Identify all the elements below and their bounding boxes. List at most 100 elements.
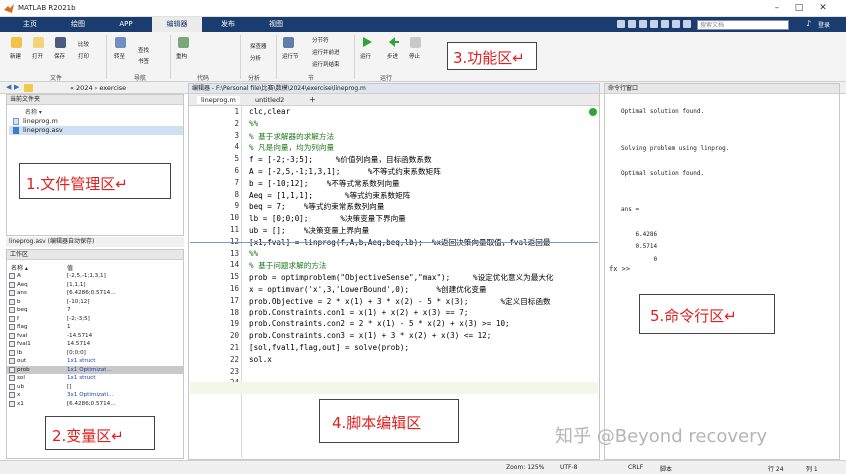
- code-line[interactable]: [sol,fval1,flag,out] = solve(prob);: [249, 343, 409, 352]
- tab-editor[interactable]: 编辑器: [152, 17, 202, 32]
- refactor-icon[interactable]: [178, 37, 189, 48]
- workspace-row[interactable]: A [-2,5,-1;1,3,1]: [7, 272, 183, 280]
- section-break-button[interactable]: 分节符: [312, 36, 329, 44]
- quick-refresh-icon[interactable]: [683, 20, 691, 28]
- code-line[interactable]: % 基于求解器的求解方法: [249, 131, 334, 142]
- column-name-header[interactable]: 名称 ▾: [25, 107, 42, 116]
- code-analyzer-ok-icon[interactable]: [589, 108, 597, 116]
- code-line[interactable]: A = [-2,5,-1;1,3,1]; %不等式约束系数矩阵: [249, 166, 441, 177]
- code-line[interactable]: prob.Objective = 2 * x(1) + 3 * x(2) - 5…: [249, 296, 551, 307]
- workspace-row[interactable]: b [-10;12]: [7, 298, 183, 306]
- tab-apps[interactable]: APP: [102, 17, 150, 32]
- workspace-row[interactable]: x1 [6.4286;0.5714...: [7, 400, 183, 408]
- workspace-row[interactable]: out 1x1 struct: [7, 357, 183, 365]
- workspace-row[interactable]: flag 1: [7, 323, 183, 331]
- close-icon[interactable]: ✕: [816, 2, 830, 14]
- quick-undo-icon[interactable]: [661, 20, 669, 28]
- tab-publish[interactable]: 发布: [204, 17, 252, 32]
- open-button[interactable]: 打开: [32, 52, 43, 60]
- quick-help-icon[interactable]: [672, 20, 680, 28]
- open-folder-icon[interactable]: [33, 37, 44, 48]
- tab-home[interactable]: 主页: [6, 17, 54, 32]
- bookmark-button[interactable]: 书签: [138, 57, 149, 65]
- workspace-row[interactable]: ans [6.4286;0.5714...: [7, 289, 183, 297]
- new-file-icon[interactable]: [11, 37, 22, 48]
- run-section-button[interactable]: 运行节: [282, 52, 299, 60]
- quick-save-icon[interactable]: [617, 20, 625, 28]
- quick-paste-icon[interactable]: [650, 20, 658, 28]
- ws-col-name[interactable]: 名称 ▴: [11, 263, 28, 272]
- run-icon[interactable]: [361, 36, 373, 48]
- step-button[interactable]: 步进: [387, 52, 398, 60]
- code-line[interactable]: Aeq = [1,1,1]; %等式约束系数矩阵: [249, 190, 410, 201]
- profiler-button[interactable]: 探查器: [250, 42, 267, 50]
- code-line[interactable]: %%: [249, 119, 258, 128]
- nav-forward-icon[interactable]: ▶: [14, 83, 19, 91]
- list-item[interactable]: lineprog.m: [9, 117, 183, 126]
- notification-icon[interactable]: ♪: [806, 19, 811, 28]
- code-line[interactable]: % 基于问题求解的方法: [249, 260, 327, 271]
- code-line[interactable]: prob = optimproblem("ObjectiveSense","ma…: [249, 272, 554, 283]
- nav-back-icon[interactable]: ◀: [6, 83, 11, 91]
- tab-view[interactable]: 视图: [252, 17, 300, 32]
- maximize-icon[interactable]: □: [792, 2, 806, 14]
- find-button[interactable]: 查找: [138, 46, 149, 54]
- login-link[interactable]: 登录: [818, 20, 830, 29]
- workspace-row[interactable]: Aeq [1,1,1]: [7, 281, 183, 289]
- code-line[interactable]: x = optimvar('x',3,'LowerBound',0); %创建优…: [249, 284, 487, 295]
- compare-button[interactable]: 比较: [78, 40, 89, 48]
- code-line[interactable]: clc,clear: [249, 107, 290, 116]
- code-line[interactable]: prob.Constraints.con1 = x(1) + x(2) + x(…: [249, 308, 468, 317]
- workspace-row[interactable]: prob 1x1 Optimizat...: [7, 365, 183, 374]
- ws-col-value[interactable]: 值: [67, 263, 73, 272]
- folder-icon[interactable]: [24, 84, 33, 92]
- workspace-row[interactable]: fval -14.5714: [7, 332, 183, 340]
- variable-value: 1x1 Optimizat...: [67, 366, 112, 373]
- workspace-row[interactable]: f [-2;-3;5]: [7, 315, 183, 323]
- code-line[interactable]: beq = 7; %等式约束常系数列向量: [249, 201, 384, 212]
- workspace-row[interactable]: x 3x1 Optimizati...: [7, 391, 183, 399]
- minimize-icon[interactable]: –: [770, 2, 784, 14]
- command-prompt[interactable]: fx >>: [609, 265, 630, 273]
- add-tab-button[interactable]: +: [309, 95, 316, 104]
- stop-icon[interactable]: [410, 37, 421, 48]
- goto-button[interactable]: 转至: [114, 52, 125, 60]
- editor-tab-untitled2[interactable]: untitled2: [255, 96, 284, 104]
- run-button[interactable]: 运行: [360, 52, 371, 60]
- code-line[interactable]: prob.Constraints.con2 = 2 * x(1) - 5 * x…: [249, 319, 510, 328]
- file-details-bar[interactable]: lineprog.asv (编辑器自动保存): [6, 237, 184, 247]
- code-line[interactable]: b = [-10;12]; %不等式常系数列向量: [249, 178, 400, 189]
- stop-button[interactable]: 停止: [409, 52, 420, 60]
- line-number: 18: [229, 307, 239, 317]
- run-advance-button[interactable]: 运行并前进: [312, 48, 340, 56]
- code-line[interactable]: %%: [249, 249, 258, 258]
- goto-icon[interactable]: [115, 37, 126, 48]
- workspace-row[interactable]: fval1 14.5714: [7, 340, 183, 348]
- print-button[interactable]: 打印: [78, 52, 89, 60]
- run-section-icon[interactable]: [283, 37, 294, 48]
- editor-tab-lineprog[interactable]: lineprog.m: [197, 96, 240, 104]
- new-button[interactable]: 新建: [10, 52, 21, 60]
- code-line[interactable]: f = [-2;-3;5]; %价值列向量，目标函数系数: [249, 154, 432, 165]
- code-line[interactable]: lb = [0;0;0]; %决策变量下界向量: [249, 213, 406, 224]
- quick-copy-icon[interactable]: [639, 20, 647, 28]
- refactor-button[interactable]: 重构: [176, 52, 187, 60]
- search-docs-input[interactable]: 搜索文档: [697, 20, 789, 30]
- list-item[interactable]: lineprog.asv: [9, 126, 183, 135]
- current-path[interactable]: « 2024 › exercise: [70, 84, 126, 92]
- quick-cut-icon[interactable]: [628, 20, 636, 28]
- workspace-row[interactable]: lb [0;0;0]: [7, 349, 183, 357]
- tab-plots[interactable]: 绘图: [54, 17, 102, 32]
- run-to-end-button[interactable]: 运行到结束: [312, 60, 340, 68]
- save-icon[interactable]: [55, 37, 66, 48]
- workspace-row[interactable]: beq 7: [7, 306, 183, 314]
- code-line[interactable]: prob.Constraints.con3 = x(1) + 3 * x(2) …: [249, 331, 491, 340]
- code-line[interactable]: sol.x: [249, 355, 272, 364]
- step-icon[interactable]: [388, 36, 400, 48]
- code-line[interactable]: % 凡是向量，均为列向量: [249, 142, 334, 153]
- analyze-button[interactable]: 分析: [250, 54, 261, 62]
- save-button[interactable]: 保存: [54, 52, 65, 60]
- code-line[interactable]: ub = []; %决策变量上界向量: [249, 225, 369, 236]
- workspace-row[interactable]: ub []: [7, 383, 183, 391]
- workspace-row[interactable]: sol 1x1 struct: [7, 374, 183, 382]
